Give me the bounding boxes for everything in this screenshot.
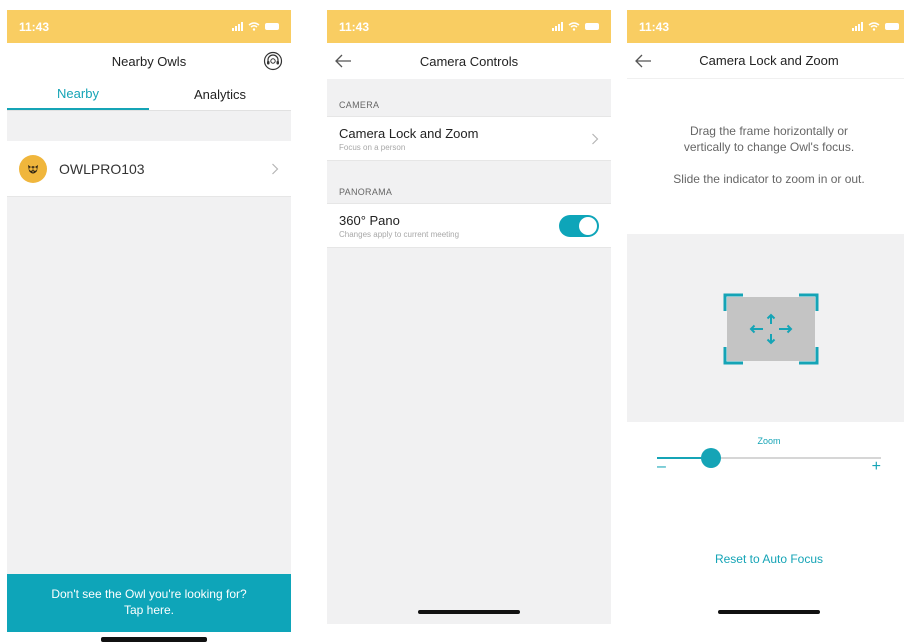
row-title: Camera Lock and Zoom	[339, 125, 479, 141]
battery-icon	[265, 23, 279, 30]
footer-line-2: Tap here.	[123, 603, 175, 617]
status-time: 11:43	[19, 19, 50, 34]
header: Nearby Owls	[7, 43, 291, 79]
camera-controls-screen: 11:43 Camera Controls CAMERA Camera Lock…	[327, 10, 611, 624]
signal-icon	[552, 22, 563, 31]
status-time: 11:43	[339, 19, 370, 34]
section-label-panorama: PANORAMA	[327, 161, 611, 203]
tab-analytics[interactable]: Analytics	[149, 79, 291, 110]
pano-row: 360° Pano Changes apply to current meeti…	[327, 203, 611, 248]
focus-instructions: Drag the frame horizontally or verticall…	[627, 123, 904, 187]
tab-nearby[interactable]: Nearby	[7, 79, 149, 110]
status-bar: 11:43	[7, 10, 291, 43]
instruction-line-3: Slide the indicator to zoom in or out.	[673, 172, 865, 186]
chevron-right-icon	[592, 133, 599, 144]
row-subtitle: Focus on a person	[339, 142, 406, 152]
instruction-line-2: vertically to change Owl's focus.	[683, 140, 855, 154]
battery-icon	[585, 23, 599, 30]
tab-bar: Nearby Analytics	[7, 79, 291, 111]
settings-list: CAMERA Camera Lock and Zoom Focus on a p…	[327, 90, 611, 248]
help-footer-button[interactable]: Don't see the Owl you're looking for? Ta…	[7, 574, 291, 632]
toggle-knob	[579, 216, 597, 235]
signal-icon	[852, 22, 863, 31]
empty-list-area	[7, 197, 291, 574]
battery-icon	[885, 23, 899, 30]
home-indicator	[718, 610, 820, 614]
focus-frame[interactable]	[723, 293, 819, 365]
system-icons	[552, 22, 599, 31]
camera-lock-zoom-row[interactable]: Camera Lock and Zoom Focus on a person	[327, 116, 611, 161]
owl-logo-icon	[19, 154, 47, 183]
back-arrow-icon[interactable]	[333, 52, 353, 70]
home-indicator	[418, 610, 520, 614]
reset-auto-focus-button[interactable]: Reset to Auto Focus	[627, 552, 904, 566]
focus-area	[627, 234, 904, 422]
pano-toggle[interactable]	[559, 214, 599, 237]
system-icons	[852, 22, 899, 31]
device-name: OWLPRO103	[59, 160, 145, 177]
camera-lock-zoom-screen: 11:43 Camera Lock and Zoom Drag the fram…	[627, 10, 904, 624]
signal-icon	[232, 22, 243, 31]
zoom-label: Zoom	[757, 436, 781, 446]
system-icons	[232, 22, 279, 31]
row-text: 360° Pano Changes apply to current meeti…	[339, 213, 559, 239]
footer-line-1: Don't see the Owl you're looking for?	[51, 587, 247, 601]
chevron-right-icon	[272, 163, 279, 174]
wifi-icon	[248, 22, 260, 31]
section-label-camera: CAMERA	[327, 90, 611, 116]
page-title: Nearby Owls	[111, 53, 187, 69]
zoom-slider[interactable]: – +	[657, 447, 881, 477]
header: Camera Controls	[327, 43, 611, 79]
slider-track	[710, 457, 881, 459]
instruction-line-1: Drag the frame horizontally or	[689, 124, 849, 138]
wifi-icon	[868, 22, 880, 31]
row-title: 360° Pano	[339, 212, 400, 228]
row-subtitle: Changes apply to current meeting	[339, 229, 460, 239]
zoom-in-label[interactable]: +	[872, 459, 881, 475]
spacer	[7, 111, 291, 141]
support-headset-icon[interactable]	[263, 51, 283, 71]
status-bar: 11:43	[627, 10, 904, 43]
home-indicator	[101, 637, 207, 642]
slider-thumb[interactable]	[700, 448, 721, 468]
row-text: Camera Lock and Zoom Focus on a person	[339, 126, 591, 152]
page-title: Camera Lock and Zoom	[699, 53, 839, 68]
back-arrow-icon[interactable]	[633, 52, 653, 70]
zoom-out-label[interactable]: –	[657, 459, 666, 475]
status-bar: 11:43	[327, 10, 611, 43]
nearby-owls-screen: 11:43 Nearby Owls Nearby Analytics OWLPR…	[7, 10, 291, 632]
header: Camera Lock and Zoom	[627, 43, 904, 79]
page-title: Camera Controls	[419, 53, 519, 69]
device-row[interactable]: OWLPRO103	[7, 141, 291, 197]
status-time: 11:43	[639, 19, 670, 34]
wifi-icon	[568, 22, 580, 31]
